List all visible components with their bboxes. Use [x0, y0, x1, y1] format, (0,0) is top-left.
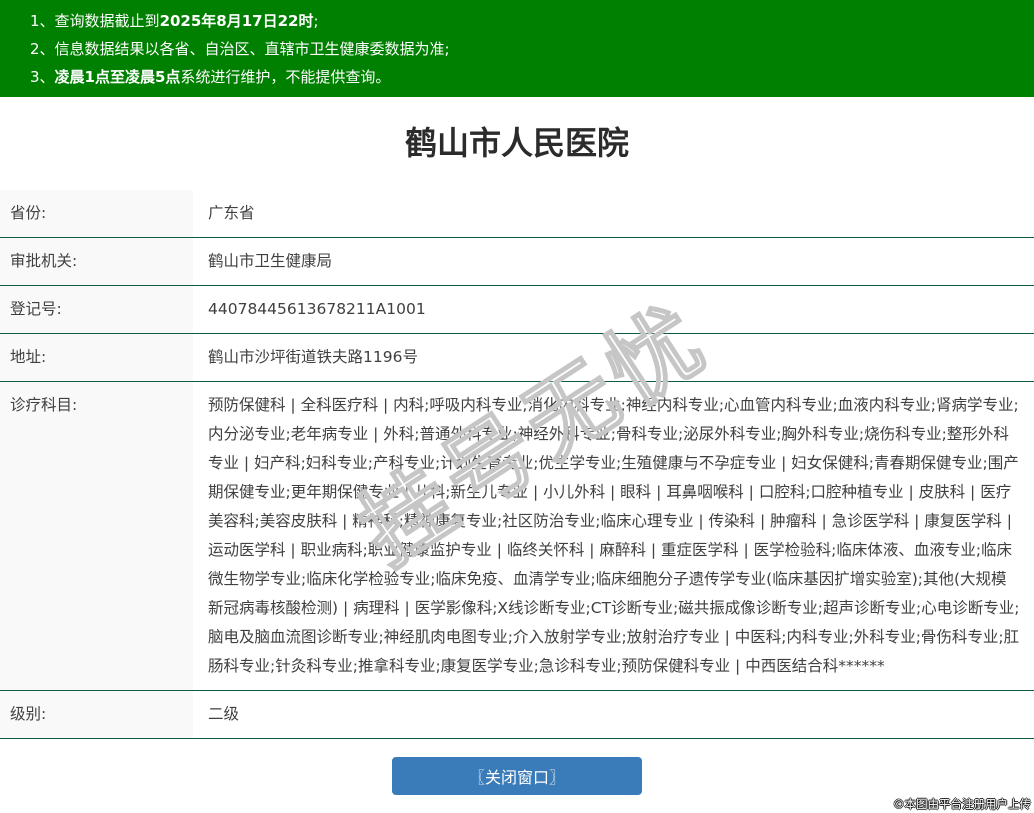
- row-label: 地址:: [0, 334, 193, 381]
- row-label: 诊疗科目:: [0, 382, 193, 690]
- image-credit: ©本图由平台注册用户上传: [893, 796, 1031, 812]
- hospital-info-table: 省份: 广东省 审批机关: 鹤山市卫生健康局 登记号: 440784456136…: [0, 190, 1034, 739]
- table-row-approval-authority: 审批机关: 鹤山市卫生健康局: [0, 238, 1034, 286]
- hospital-title: 鹤山市人民医院: [0, 97, 1034, 190]
- notice-line-3: 3、凌晨1点至凌晨5点系统进行维护，不能提供查询。: [30, 63, 1014, 91]
- notice-number: 3、: [30, 68, 55, 86]
- row-label: 省份:: [0, 190, 193, 237]
- close-window-button[interactable]: 〖关闭窗口〗: [392, 757, 642, 795]
- notice-text: 查询数据截止到: [55, 12, 160, 30]
- table-row-registration-number: 登记号: 44078445613678211A1001: [0, 286, 1034, 334]
- row-value: 二级: [193, 691, 1034, 738]
- row-value: 鹤山市沙坪街道铁夫路1196号: [193, 334, 1034, 381]
- button-area: 〖关闭窗口〗: [0, 757, 1034, 795]
- table-row-medical-departments: 诊疗科目: 预防保健科 | 全科医疗科 | 内科;呼吸内科专业;消化内科专业;神…: [0, 382, 1034, 691]
- notice-number: 1、: [30, 12, 55, 30]
- row-label: 审批机关:: [0, 238, 193, 285]
- table-row-province: 省份: 广东省: [0, 190, 1034, 238]
- notice-line-2: 2、信息数据结果以各省、自治区、直辖市卫生健康委数据为准;: [30, 35, 1014, 63]
- table-row-address: 地址: 鹤山市沙坪街道铁夫路1196号: [0, 334, 1034, 382]
- row-value: 广东省: [193, 190, 1034, 237]
- table-row-level: 级别: 二级: [0, 691, 1034, 739]
- row-value: 44078445613678211A1001: [193, 286, 1034, 333]
- row-value: 鹤山市卫生健康局: [193, 238, 1034, 285]
- row-label: 级别:: [0, 691, 193, 738]
- notice-number: 2、: [30, 40, 55, 58]
- row-value: 预防保健科 | 全科医疗科 | 内科;呼吸内科专业;消化内科专业;神经内科专业;…: [193, 382, 1034, 690]
- notice-text-bold: 凌晨1点至凌晨5点: [55, 68, 181, 86]
- notice-text: 信息数据结果以各省、自治区、直辖市卫生健康委数据为准;: [55, 40, 450, 58]
- notice-text: ;: [314, 12, 319, 30]
- notice-banner: 1、查询数据截止到2025年8月17日22时; 2、信息数据结果以各省、自治区、…: [0, 0, 1034, 97]
- row-label: 登记号:: [0, 286, 193, 333]
- notice-text-bold: 2025年8月17日22时: [160, 12, 314, 30]
- notice-line-1: 1、查询数据截止到2025年8月17日22时;: [30, 7, 1014, 35]
- notice-text: 系统进行维护，不能提供查询。: [180, 68, 390, 86]
